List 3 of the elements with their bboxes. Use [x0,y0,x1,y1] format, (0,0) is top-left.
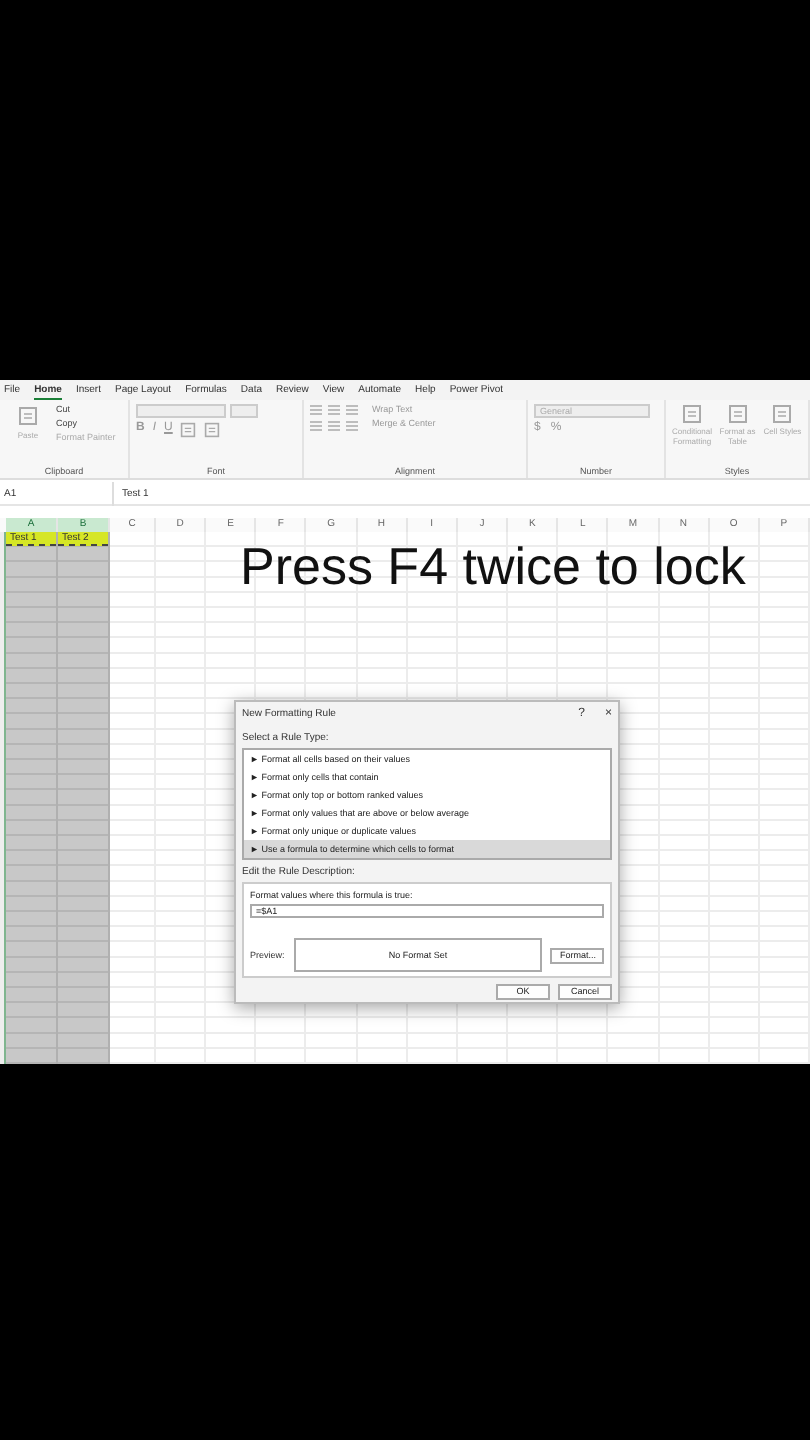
font-size-field[interactable] [230,404,258,418]
font-name-field[interactable] [136,404,226,418]
caption-text: Press F4 twice to lock [240,538,746,594]
